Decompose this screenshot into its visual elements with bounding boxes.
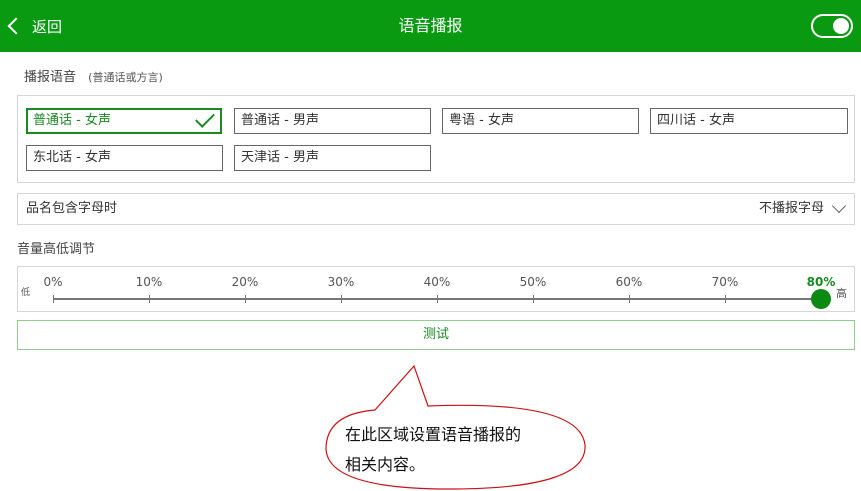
annotation-callout-bubble (325, 364, 586, 490)
annotation-line-1: 在此区域设置语音播报的 (345, 425, 522, 444)
annotation-line-2: 相关内容。 (345, 455, 426, 474)
annotation-text: 在此区域设置语音播报的 相关内容。 (345, 420, 575, 480)
